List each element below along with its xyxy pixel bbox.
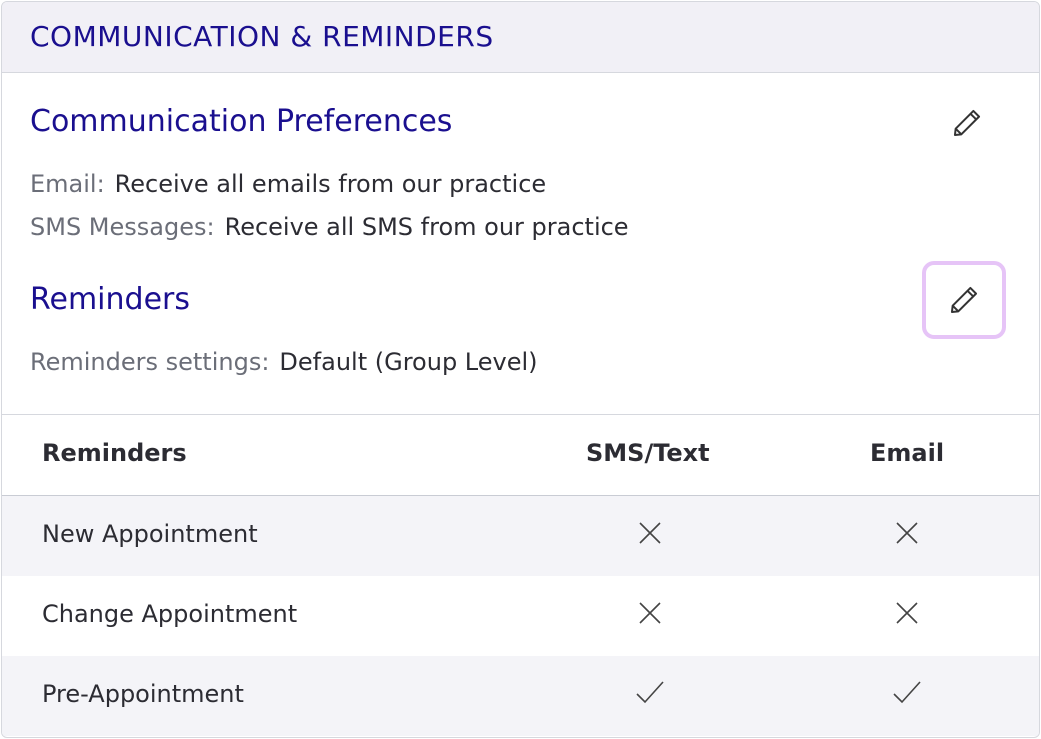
x-icon (639, 602, 661, 624)
email-preference-row: Email: Receive all emails from our practi… (30, 170, 546, 198)
sms-preference-row: SMS Messages: Receive all SMS from our pr… (30, 213, 629, 241)
card-title: COMMUNICATION & REMINDERS (30, 20, 494, 53)
pencil-icon (953, 109, 981, 137)
check-icon (893, 681, 921, 704)
edit-communication-button[interactable] (925, 84, 1009, 162)
email-value: Receive all emails from our practice (114, 170, 547, 198)
sms-value: Receive all SMS from our practice (224, 213, 629, 241)
reminders-table: Reminders SMS/Text Email New Appointment… (2, 414, 1039, 736)
reminders-title: Reminders (30, 282, 190, 317)
x-icon (639, 522, 661, 544)
column-header-email: Email (870, 439, 945, 467)
table-row: Change Appointment (2, 576, 1039, 656)
pencil-icon (950, 286, 978, 314)
table-row: New Appointment (2, 496, 1039, 576)
x-icon (896, 522, 918, 544)
email-label: Email: (30, 170, 105, 198)
reminders-settings-value: Default (Group Level) (279, 348, 538, 376)
table-row: Pre-Appointment (2, 656, 1039, 736)
edit-reminders-button[interactable] (922, 261, 1006, 339)
reminders-settings-row: Reminders settings: Default (Group Level) (30, 348, 538, 376)
sms-label: SMS Messages: (30, 213, 215, 241)
check-icon (636, 681, 664, 704)
table-header: Reminders SMS/Text Email (2, 415, 1039, 496)
communication-preferences-title: Communication Preferences (30, 104, 453, 139)
communication-reminders-card: COMMUNICATION & REMINDERS Communication … (1, 1, 1040, 738)
reminder-name: Pre-Appointment (42, 680, 244, 708)
reminders-settings-label: Reminders settings: (30, 348, 270, 376)
card-header: COMMUNICATION & REMINDERS (2, 2, 1039, 73)
reminder-name: New Appointment (42, 520, 258, 548)
x-icon (896, 602, 918, 624)
column-header-reminders: Reminders (42, 439, 187, 467)
reminder-name: Change Appointment (42, 600, 298, 628)
column-header-sms: SMS/Text (586, 439, 710, 467)
